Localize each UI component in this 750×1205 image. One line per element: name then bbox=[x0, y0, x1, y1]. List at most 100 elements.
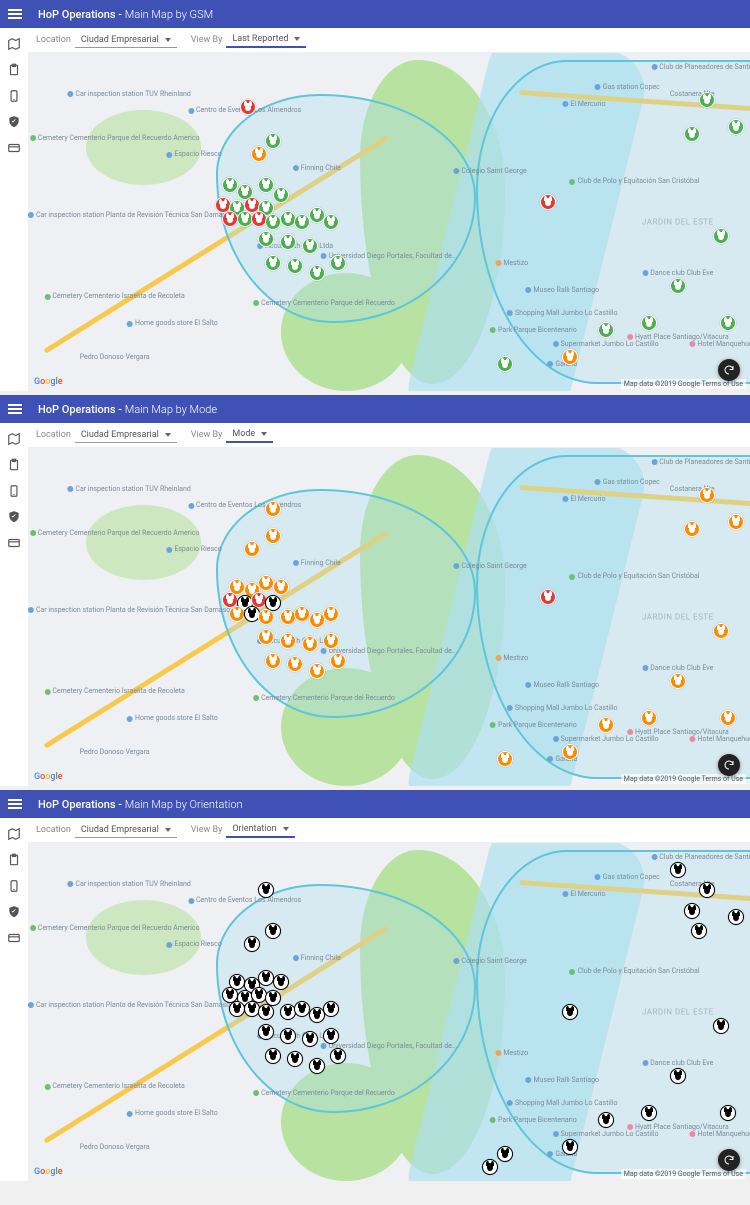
device-icon[interactable] bbox=[7, 88, 21, 102]
bunny-marker-icon[interactable] bbox=[280, 633, 296, 649]
refresh-button[interactable] bbox=[718, 359, 740, 381]
bunny-marker-icon[interactable] bbox=[691, 923, 707, 939]
bunny-marker-icon[interactable] bbox=[258, 177, 274, 193]
bunny-marker-icon[interactable] bbox=[265, 653, 281, 669]
bunny-marker-icon[interactable] bbox=[330, 1048, 346, 1064]
bunny-marker-icon[interactable] bbox=[562, 1004, 578, 1020]
bunny-marker-icon[interactable] bbox=[265, 1048, 281, 1064]
bunny-marker-icon[interactable] bbox=[280, 234, 296, 250]
bunny-marker-icon[interactable] bbox=[258, 575, 274, 591]
bunny-marker-icon[interactable] bbox=[287, 1051, 303, 1067]
bunny-marker-icon[interactable] bbox=[330, 653, 346, 669]
shield-icon[interactable] bbox=[7, 114, 21, 128]
bunny-marker-icon[interactable] bbox=[713, 623, 729, 639]
bunny-marker-icon[interactable] bbox=[265, 923, 281, 939]
bunny-marker-icon[interactable] bbox=[699, 487, 715, 503]
bunny-marker-icon[interactable] bbox=[258, 882, 274, 898]
bunny-marker-icon[interactable] bbox=[562, 1139, 578, 1155]
bunny-marker-icon[interactable] bbox=[641, 1105, 657, 1121]
device-icon[interactable] bbox=[7, 878, 21, 892]
bunny-marker-icon[interactable] bbox=[244, 541, 260, 557]
bunny-marker-icon[interactable] bbox=[302, 1031, 318, 1047]
location-select[interactable]: Ciudad Empresarial bbox=[75, 823, 177, 838]
map-viewport[interactable]: Centro de Eventos Los AlmendrosCar inspe… bbox=[28, 843, 750, 1181]
bunny-marker-icon[interactable] bbox=[302, 238, 318, 254]
bunny-marker-icon[interactable] bbox=[273, 974, 289, 990]
bunny-marker-icon[interactable] bbox=[244, 1001, 260, 1017]
card-icon[interactable] bbox=[7, 140, 21, 154]
bunny-marker-icon[interactable] bbox=[540, 194, 556, 210]
bunny-marker-icon[interactable] bbox=[258, 629, 274, 645]
bunny-marker-icon[interactable] bbox=[265, 501, 281, 517]
bunny-marker-icon[interactable] bbox=[323, 1028, 339, 1044]
bunny-marker-icon[interactable] bbox=[258, 970, 274, 986]
clipboard-icon[interactable] bbox=[7, 852, 21, 866]
bunny-marker-icon[interactable] bbox=[330, 255, 346, 271]
bunny-marker-icon[interactable] bbox=[309, 1058, 325, 1074]
bunny-marker-icon[interactable] bbox=[265, 255, 281, 271]
shield-icon[interactable] bbox=[7, 509, 21, 523]
bunny-marker-icon[interactable] bbox=[670, 862, 686, 878]
bunny-marker-icon[interactable] bbox=[598, 322, 614, 338]
clipboard-icon[interactable] bbox=[7, 457, 21, 471]
bunny-marker-icon[interactable] bbox=[728, 909, 744, 925]
shield-icon[interactable] bbox=[7, 904, 21, 918]
bunny-marker-icon[interactable] bbox=[258, 1004, 274, 1020]
card-icon[interactable] bbox=[7, 930, 21, 944]
bunny-marker-icon[interactable] bbox=[699, 92, 715, 108]
clipboard-icon[interactable] bbox=[7, 62, 21, 76]
bunny-marker-icon[interactable] bbox=[641, 710, 657, 726]
bunny-marker-icon[interactable] bbox=[641, 315, 657, 331]
map-viewport[interactable]: Centro de Eventos Los AlmendrosCar inspe… bbox=[28, 448, 750, 786]
bunny-marker-icon[interactable] bbox=[244, 606, 260, 622]
map-viewport[interactable]: Centro de Eventos Los AlmendrosCar inspe… bbox=[28, 53, 750, 391]
bunny-marker-icon[interactable] bbox=[240, 99, 256, 115]
bunny-marker-icon[interactable] bbox=[713, 228, 729, 244]
bunny-marker-icon[interactable] bbox=[684, 126, 700, 142]
viewby-select[interactable]: Last Reported bbox=[226, 32, 306, 48]
refresh-button[interactable] bbox=[718, 1149, 740, 1171]
hamburger-icon[interactable] bbox=[8, 404, 26, 414]
bunny-marker-icon[interactable] bbox=[287, 656, 303, 672]
bunny-marker-icon[interactable] bbox=[265, 528, 281, 544]
bunny-marker-icon[interactable] bbox=[258, 1024, 274, 1040]
bunny-marker-icon[interactable] bbox=[598, 717, 614, 733]
bunny-marker-icon[interactable] bbox=[251, 211, 267, 227]
bunny-marker-icon[interactable] bbox=[728, 119, 744, 135]
card-icon[interactable] bbox=[7, 535, 21, 549]
bunny-marker-icon[interactable] bbox=[265, 133, 281, 149]
bunny-marker-icon[interactable] bbox=[323, 606, 339, 622]
bunny-marker-icon[interactable] bbox=[670, 1068, 686, 1084]
bunny-marker-icon[interactable] bbox=[323, 214, 339, 230]
bunny-marker-icon[interactable] bbox=[670, 673, 686, 689]
bunny-marker-icon[interactable] bbox=[309, 663, 325, 679]
device-icon[interactable] bbox=[7, 483, 21, 497]
location-select[interactable]: Ciudad Empresarial bbox=[75, 33, 177, 48]
bunny-marker-icon[interactable] bbox=[720, 315, 736, 331]
bunny-marker-icon[interactable] bbox=[302, 636, 318, 652]
bunny-marker-icon[interactable] bbox=[482, 1159, 498, 1175]
bunny-marker-icon[interactable] bbox=[699, 882, 715, 898]
map-icon[interactable] bbox=[7, 431, 21, 445]
bunny-marker-icon[interactable] bbox=[258, 609, 274, 625]
bunny-marker-icon[interactable] bbox=[273, 579, 289, 595]
bunny-marker-icon[interactable] bbox=[713, 1018, 729, 1034]
bunny-marker-icon[interactable] bbox=[244, 936, 260, 952]
bunny-marker-icon[interactable] bbox=[728, 514, 744, 530]
hamburger-icon[interactable] bbox=[8, 799, 26, 809]
bunny-marker-icon[interactable] bbox=[720, 1105, 736, 1121]
bunny-marker-icon[interactable] bbox=[497, 1146, 513, 1162]
bunny-marker-icon[interactable] bbox=[684, 903, 700, 919]
map-icon[interactable] bbox=[7, 36, 21, 50]
bunny-marker-icon[interactable] bbox=[670, 278, 686, 294]
bunny-marker-icon[interactable] bbox=[720, 710, 736, 726]
bunny-marker-icon[interactable] bbox=[562, 744, 578, 760]
bunny-marker-icon[interactable] bbox=[497, 751, 513, 767]
viewby-select[interactable]: Orientation bbox=[226, 822, 294, 838]
map-icon[interactable] bbox=[7, 826, 21, 840]
viewby-select[interactable]: Mode bbox=[226, 427, 273, 443]
bunny-marker-icon[interactable] bbox=[287, 258, 303, 274]
bunny-marker-icon[interactable] bbox=[540, 589, 556, 605]
bunny-marker-icon[interactable] bbox=[280, 1028, 296, 1044]
bunny-marker-icon[interactable] bbox=[497, 356, 513, 372]
